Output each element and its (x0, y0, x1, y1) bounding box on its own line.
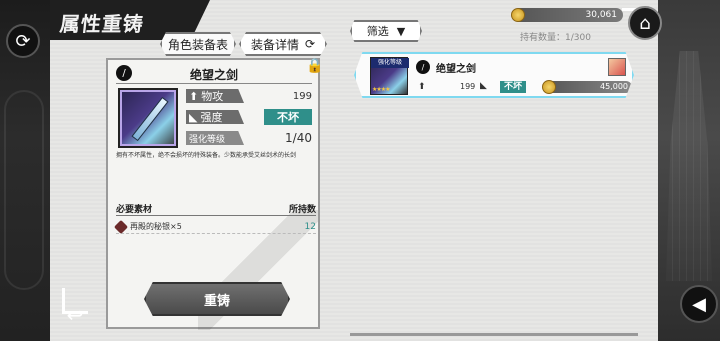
equipment-description: 拥有不坏属性，绝不会损坏的特殊装备。少数能承受艾丝剑术的长剑 (116, 152, 297, 159)
speaker-icon: ◀ (692, 293, 706, 315)
home-icon: ⌂ (639, 12, 651, 34)
back-button[interactable]: ↩ (60, 300, 90, 330)
decor-swirl (4, 90, 44, 290)
coin-icon (511, 8, 525, 22)
tab-roster-label: 角色装备表 (167, 37, 228, 52)
chevron-down-icon: ▼ (396, 24, 406, 38)
refresh-button[interactable]: ⟳ (6, 24, 40, 58)
filter-button[interactable]: 筛选 ▼ (350, 20, 422, 42)
filter-label: 筛选 (366, 25, 389, 38)
back-arrow-icon: ↩ (66, 303, 84, 327)
lock-icon[interactable]: 🔒 (305, 58, 325, 78)
item-thumbnail: 强化等级 ★★★★ (370, 57, 409, 95)
tab-roster[interactable]: 角色装备表 (160, 32, 236, 56)
stat-durability-text: 强度 (200, 111, 223, 124)
enhance-badge: 强化等级 (371, 58, 409, 68)
tab-detail-label: 装备详情 (250, 37, 299, 52)
stat-level-value: 1/40 (285, 131, 312, 145)
material-name: 再殿的秘银×5 (130, 222, 182, 231)
list-item[interactable]: 强化等级 ★★★★ / 绝望之剑 ⬆ 199 ◣ 不坏 45,000 (354, 52, 634, 98)
tab-detail[interactable]: 装备详情 ⟳ (239, 32, 327, 56)
reforge-button[interactable]: 重铸 (144, 282, 290, 316)
owned-label: 所持数 (288, 205, 316, 215)
coin-balance: 30,061 (513, 8, 623, 22)
sword-type-icon: / (416, 60, 430, 74)
item-price: 45,000 (544, 81, 632, 93)
owned-count: 持有数量：1/300 (520, 33, 591, 43)
home-button[interactable]: ⌂ (628, 6, 662, 40)
material-qty: 12 (304, 221, 316, 232)
blade-graphic (131, 96, 169, 142)
item-durability: 不坏 (500, 81, 526, 93)
refresh-icon: ⟳ (15, 30, 31, 52)
stat-attack-label: ⬆ 物攻 (186, 89, 244, 103)
equipment-list: 强化等级 ★★★★ / 绝望之剑 ⬆ 199 ◣ 不坏 45,000 (350, 46, 638, 336)
stat-attack-value: 199 (292, 90, 312, 102)
equipment-card: / 绝望之剑 ⬆ 物攻 199 ◣ 强度 不坏 强化等级 1/40 拥有不坏属性，绝… (106, 58, 320, 330)
material-row: 再殿的秘银×5 12 (113, 219, 316, 234)
weapon-image (118, 88, 178, 148)
stat-level-label: 强化等级 (186, 131, 244, 145)
swap-icon: ⟳ (304, 37, 316, 51)
stat-level: 强化等级 1/40 (186, 130, 312, 146)
material-icon (113, 219, 129, 234)
coin-icon (542, 80, 556, 94)
item-attack: 199 (460, 82, 476, 91)
stat-durability-value: 不坏 (264, 109, 312, 125)
item-name: 绝望之剑 (436, 64, 476, 75)
sound-button[interactable]: ◀ (680, 285, 718, 323)
equipment-name: 绝望之剑 (189, 68, 238, 82)
durability-icon: ◣ (189, 110, 198, 124)
stat-durability: ◣ 强度 不坏 (186, 109, 312, 125)
materials-label: 必要素材 (116, 205, 153, 215)
decor-tower (666, 51, 712, 281)
attack-icon: ⬆ (418, 82, 426, 92)
attack-icon: ⬆ (189, 89, 199, 103)
stat-durability-label: ◣ 强度 (186, 110, 244, 124)
stat-attack: ⬆ 物攻 199 (186, 88, 312, 104)
materials-header: 必要素材 所持数 (116, 202, 316, 216)
durability-icon: ◣ (480, 81, 487, 91)
card-header: / 绝望之剑 (116, 64, 312, 84)
rarity-stars: ★★★★ (372, 86, 390, 93)
page-title: 属性重铸 (58, 12, 146, 36)
stat-attack-text: 物攻 (201, 90, 224, 103)
equipped-character-avatar (608, 58, 626, 76)
